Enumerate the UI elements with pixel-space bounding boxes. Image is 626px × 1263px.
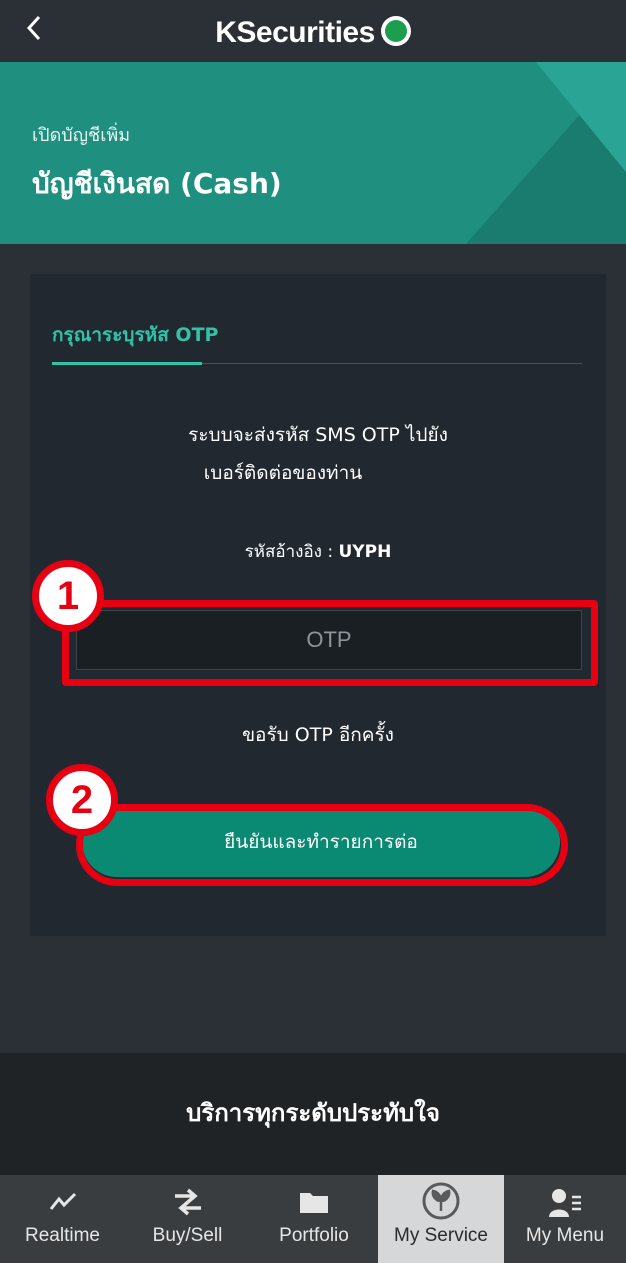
kbank-leaf-icon bbox=[378, 1182, 504, 1220]
tab-my-menu[interactable]: My Menu bbox=[504, 1175, 626, 1263]
kbank-logo-icon bbox=[380, 16, 411, 47]
resend-otp-link[interactable]: ขอรับ OTP อีกครั้ง bbox=[30, 720, 606, 750]
tab-portfolio[interactable]: Portfolio bbox=[250, 1175, 378, 1263]
brand-name: KSecurities bbox=[215, 16, 375, 49]
tab-label: My Menu bbox=[525, 1225, 605, 1246]
tab-label: Portfolio bbox=[279, 1225, 349, 1246]
top-bar: KSecurities bbox=[0, 0, 626, 62]
divider-accent bbox=[52, 362, 202, 365]
chart-line-icon bbox=[0, 1187, 125, 1219]
reference-value: UYPH bbox=[338, 542, 392, 562]
confirm-highlight-box bbox=[76, 804, 568, 886]
slogan-text: บริการทุกระดับประทับใจ bbox=[186, 1099, 440, 1127]
bottom-tab-bar: Realtime Buy/Sell Portfolio My Service M… bbox=[0, 1175, 626, 1263]
otp-message-line1: ระบบจะส่งรหัส SMS OTP ไปยัง bbox=[188, 424, 448, 446]
tab-label: Buy/Sell bbox=[152, 1225, 223, 1246]
step-badge-1: 1 bbox=[32, 560, 104, 632]
otp-card-title: กรุณาระบุรหัส OTP bbox=[52, 324, 219, 346]
tab-my-service[interactable]: My Service bbox=[378, 1175, 504, 1263]
slogan-bar: บริการทุกระดับประทับใจ bbox=[0, 1053, 626, 1175]
reference-code: รหัสอ้างอิง : UYPH bbox=[30, 538, 606, 565]
page-title: บัญชีเงินสด (Cash) bbox=[32, 167, 282, 200]
otp-highlight-box bbox=[62, 600, 598, 686]
brand-title: KSecurities bbox=[0, 16, 626, 50]
tab-label: Realtime bbox=[25, 1225, 100, 1246]
page-subtitle: เปิดบัญชีเพิ่ม bbox=[32, 125, 131, 146]
otp-message-line2: เบอร์ติดต่อของท่าน bbox=[203, 462, 363, 484]
user-menu-icon bbox=[504, 1187, 626, 1219]
folder-icon bbox=[250, 1187, 378, 1219]
header-decoration-accent bbox=[536, 62, 626, 172]
otp-message: ระบบจะส่งรหัส SMS OTP ไปยัง เบอร์ติดต่อข… bbox=[30, 416, 606, 492]
page-header: เปิดบัญชีเพิ่ม บัญชีเงินสด (Cash) bbox=[0, 62, 626, 244]
reference-label: รหัสอ้างอิง : bbox=[244, 542, 339, 562]
step-badge-2: 2 bbox=[46, 764, 118, 836]
transfer-arrows-icon bbox=[125, 1187, 250, 1219]
tab-buy-sell[interactable]: Buy/Sell bbox=[125, 1175, 250, 1263]
tab-label: My Service bbox=[394, 1225, 488, 1246]
tab-realtime[interactable]: Realtime bbox=[0, 1175, 125, 1263]
